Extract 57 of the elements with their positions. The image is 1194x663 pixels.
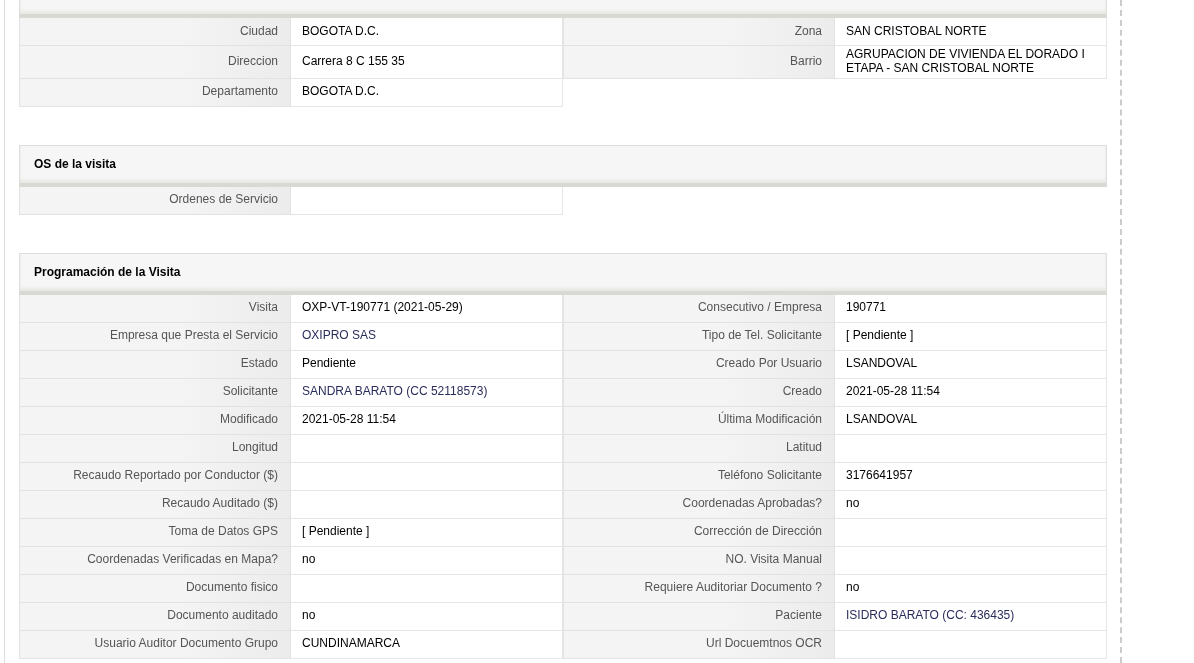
field-label: Direccion [19,46,291,79]
field-label: Paciente [563,602,835,631]
field-value-link[interactable]: SANDRA BARATO (CC 52118573) [291,378,563,407]
field-label: Toma de Datos GPS [19,518,291,547]
field-label: Documento auditado [19,602,291,631]
field-value: 190771 [835,294,1107,323]
field-label: Coordenadas Aprobadas? [563,490,835,519]
field-value: Carrera 8 C 155 35 [291,46,563,79]
field-label: Requiere Auditoriar Documento ? [563,574,835,603]
field-label: Empresa que Presta el Servicio [19,322,291,351]
field-value: no [291,546,563,575]
field-value: Pendiente [291,350,563,379]
field-label: Latitud [563,434,835,463]
field-label: Consecutivo / Empresa [563,294,835,323]
field-value: [ Pendiente ] [835,322,1107,351]
field-value: LSANDOVAL [835,406,1107,435]
field-value: 2021-05-28 11:54 [835,378,1107,407]
field-label: Creado Por Usuario [563,350,835,379]
field-label: Teléfono Solicitante [563,462,835,491]
section-header: Programación de la Visita [19,252,1107,295]
field-label: Ciudad [19,18,291,46]
field-value: LSANDOVAL [835,350,1107,379]
field-value: [ Pendiente ] [291,518,563,547]
field-label: Última Modificación [563,406,835,435]
field-value-link[interactable]: OXIPRO SAS [291,322,563,351]
field-value-link[interactable]: ISIDRO BARATO (CC: 436435) [835,602,1107,631]
field-label: Ordenes de Servicio [19,186,291,215]
field-label: Departamento [19,78,291,107]
field-label: Coordenadas Verificadas en Mapa? [19,546,291,575]
field-value: 3176641957 [835,462,1107,491]
field-value: CUNDINAMARCA [291,630,563,659]
field-label: Solicitante [19,378,291,407]
field-label: Zona [563,18,835,46]
field-label: Longitud [19,434,291,463]
field-label: Barrio [563,46,835,79]
field-value: BOGOTA D.C. [291,18,563,46]
field-value: SAN CRISTOBAL NORTE [835,18,1107,46]
field-label: Modificado [19,406,291,435]
field-value: no [291,602,563,631]
field-label: Visita [19,294,291,323]
field-value: no [835,490,1107,519]
field-value: OXP-VT-190771 (2021-05-29) [291,294,563,323]
field-label: Documento fisico [19,574,291,603]
field-value: no [835,574,1107,603]
field-label: Estado [19,350,291,379]
field-label: Corrección de Dirección [563,518,835,547]
field-label: NO. Visita Manual [563,546,835,575]
field-value: BOGOTA D.C. [291,78,563,107]
field-label: Recaudo Auditado ($) [19,490,291,519]
field-label: Tipo de Tel. Solicitante [563,322,835,351]
field-value: 2021-05-28 11:54 [291,406,563,435]
field-label: Url Docuemtnos OCR [563,630,835,659]
field-label: Recaudo Reportado por Conductor ($) [19,462,291,491]
section-header: OS de la visita [19,144,1107,187]
field-value: AGRUPACION DE VIVIENDA EL DORADO I ETAPA - SAN CRISTOBAL NORTE [835,46,1107,79]
field-label: Creado [563,378,835,407]
field-label: Usuario Auditor Documento Grupo [19,630,291,659]
